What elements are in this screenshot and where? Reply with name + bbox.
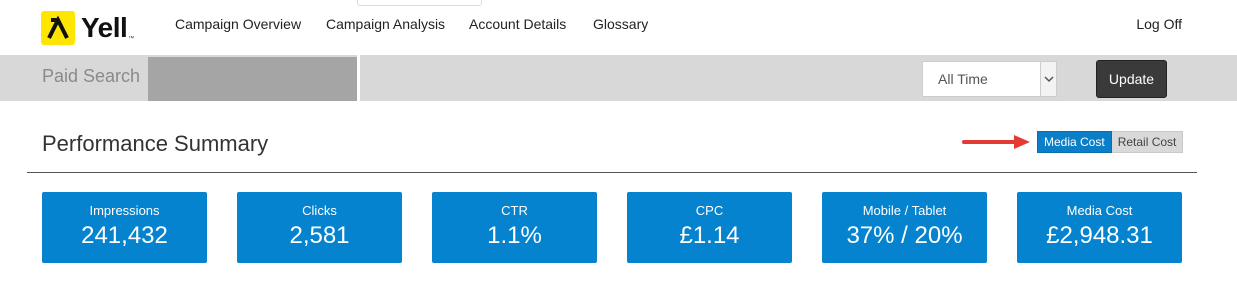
metric-value: 1.1% <box>487 222 542 249</box>
metric-tile-ctr: CTR 1.1% <box>432 192 597 263</box>
date-range-select[interactable]: All Time <box>922 61 1057 97</box>
media-cost-toggle[interactable]: Media Cost <box>1037 131 1112 153</box>
metric-label: Impressions <box>89 203 160 218</box>
metric-tile-impressions: Impressions 241,432 <box>42 192 207 263</box>
top-nav: Yell ™ Campaign Overview Campaign Analys… <box>0 0 1237 55</box>
yell-logo[interactable]: Yell ™ <box>41 10 134 46</box>
metric-tile-clicks: Clicks 2,581 <box>237 192 402 263</box>
metric-label: Clicks <box>302 203 337 218</box>
metric-label: Media Cost <box>1066 203 1133 218</box>
section-title: Paid Search <box>42 66 141 86</box>
metric-value: £2,948.31 <box>1046 222 1153 249</box>
metric-tile-mobile-tablet: Mobile / Tablet 37% / 20% <box>822 192 987 263</box>
metric-value: 2,581 <box>289 222 350 249</box>
metric-value: £1.14 <box>679 222 740 249</box>
red-arrow-icon <box>962 135 1030 149</box>
yell-wordmark: Yell <box>81 12 128 43</box>
metric-value: 241,432 <box>81 222 168 249</box>
metric-label: Mobile / Tablet <box>862 203 947 218</box>
trademark-symbol: ™ <box>128 36 135 42</box>
nav-campaign-overview[interactable]: Campaign Overview <box>175 16 301 32</box>
account-name-placeholder <box>148 57 357 101</box>
page-title: Performance Summary <box>42 131 269 156</box>
metric-label: CTR <box>501 203 528 218</box>
metric-value: 37% / 20% <box>846 222 963 249</box>
subbar-divider <box>357 55 360 101</box>
yell-logo-mark-icon <box>41 11 75 45</box>
update-button[interactable]: Update <box>1096 60 1167 98</box>
chevron-down-icon[interactable] <box>1040 62 1056 96</box>
nav-campaign-analysis[interactable]: Campaign Analysis <box>326 16 445 32</box>
nav-tab-strip <box>357 0 482 6</box>
nav-account-details[interactable]: Account Details <box>469 16 566 32</box>
retail-cost-toggle[interactable]: Retail Cost <box>1111 131 1184 153</box>
metric-label: CPC <box>695 203 724 218</box>
cost-toggle: Media Cost Retail Cost <box>1037 131 1184 153</box>
metric-tile-media-cost: Media Cost £2,948.31 <box>1017 192 1182 263</box>
date-range-value: All Time <box>938 71 988 87</box>
logoff-link[interactable]: Log Off <box>1136 16 1182 32</box>
nav-glossary[interactable]: Glossary <box>593 16 648 32</box>
sub-header-bar: Paid Search All Time Update <box>0 55 1237 101</box>
divider <box>27 172 1197 173</box>
metric-tile-cpc: CPC £1.14 <box>627 192 792 263</box>
